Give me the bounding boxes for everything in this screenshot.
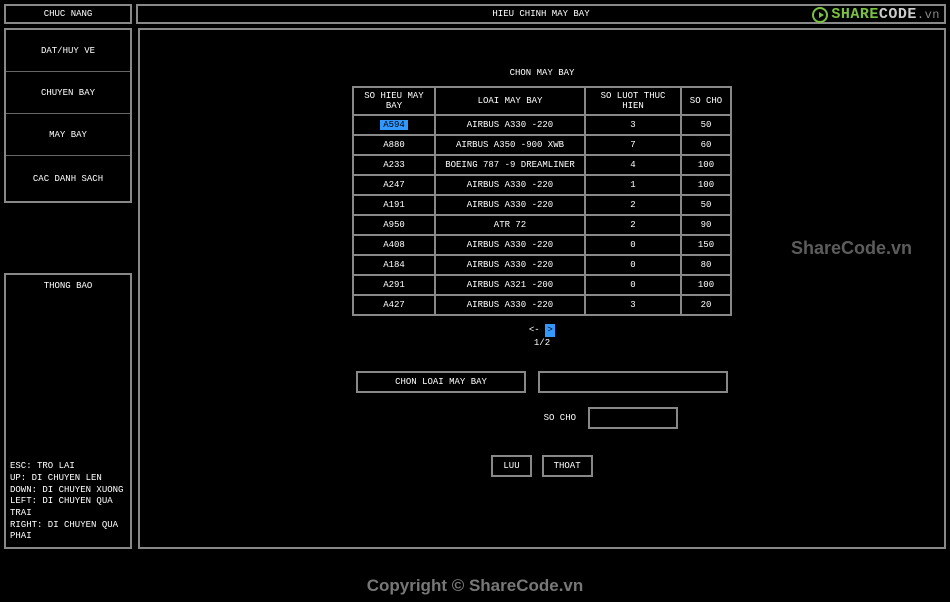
help-text: ESC: TRO LAIUP: DI CHUYEN LENDOWN: DI CH… <box>6 459 130 547</box>
cell-id: A191 <box>353 195 435 215</box>
cell-id: A184 <box>353 255 435 275</box>
table-row[interactable]: A247AIRBUS A330 -2201100 <box>353 175 731 195</box>
cell-id: A233 <box>353 155 435 175</box>
cell-type: AIRBUS A330 -220 <box>435 115 585 135</box>
cell-count: 7 <box>585 135 681 155</box>
cell-count: 2 <box>585 215 681 235</box>
socho-label: SO CHO <box>536 413 576 423</box>
cell-seat: 60 <box>681 135 731 155</box>
type-input[interactable] <box>538 371 728 393</box>
cell-count: 0 <box>585 255 681 275</box>
help-line: DOWN: DI CHUYEN XUONG <box>10 485 126 497</box>
cell-type: AIRBUS A350 -900 XWB <box>435 135 585 155</box>
cell-type: AIRBUS A330 -220 <box>435 255 585 275</box>
cell-seat: 80 <box>681 255 731 275</box>
cell-seat: 100 <box>681 275 731 295</box>
cell-id: A427 <box>353 295 435 315</box>
cell-seat: 150 <box>681 235 731 255</box>
recycle-icon <box>812 7 828 23</box>
brand-logo: SHARECODE.vn <box>812 6 940 23</box>
exit-button[interactable]: THOAT <box>542 455 593 477</box>
help-line: ESC: TRO LAI <box>10 461 126 473</box>
thongbao-title: THONG BAO <box>6 275 130 297</box>
help-line: LEFT: DI CHUYEN QUA TRAI <box>10 496 126 519</box>
cell-count: 0 <box>585 235 681 255</box>
cell-seat: 50 <box>681 115 731 135</box>
cell-count: 3 <box>585 295 681 315</box>
cell-type: AIRBUS A330 -220 <box>435 295 585 315</box>
thongbao-panel: THONG BAO ESC: TRO LAIUP: DI CHUYEN LEND… <box>4 273 132 549</box>
pager-page: 1/2 <box>534 338 550 348</box>
table-row[interactable]: A950ATR 72290 <box>353 215 731 235</box>
cell-id: A594 <box>353 115 435 135</box>
content-panel: CHON MAY BAY SO HIEU MAY BAY LOAI MAY BA… <box>138 28 946 549</box>
cell-count: 1 <box>585 175 681 195</box>
content-title: CHON MAY BAY <box>140 68 944 78</box>
pager-arrow-right[interactable]: > <box>545 324 555 337</box>
help-line: RIGHT: DI CHUYEN QUA PHAI <box>10 520 126 543</box>
menu-item-chuyenbay[interactable]: CHUYEN BAY <box>6 72 130 114</box>
cell-type: AIRBUS A330 -220 <box>435 235 585 255</box>
cell-count: 0 <box>585 275 681 295</box>
aircraft-table: SO HIEU MAY BAY LOAI MAY BAY SO LUOT THU… <box>352 86 732 316</box>
cell-count: 2 <box>585 195 681 215</box>
cell-seat: 20 <box>681 295 731 315</box>
footer-copyright: Copyright © ShareCode.vn <box>0 576 950 596</box>
cell-type: BOEING 787 -9 DREAMLINER <box>435 155 585 175</box>
th-socho: SO CHO <box>681 87 731 115</box>
table-row[interactable]: A191AIRBUS A330 -220250 <box>353 195 731 215</box>
cell-seat: 90 <box>681 215 731 235</box>
choose-type-button[interactable]: CHON LOAI MAY BAY <box>356 371 526 393</box>
cell-type: AIRBUS A330 -220 <box>435 175 585 195</box>
th-loai: LOAI MAY BAY <box>435 87 585 115</box>
table-row[interactable]: A427AIRBUS A330 -220320 <box>353 295 731 315</box>
help-line: UP: DI CHUYEN LEN <box>10 473 126 485</box>
cell-seat: 100 <box>681 175 731 195</box>
table-row[interactable]: A291AIRBUS A321 -2000100 <box>353 275 731 295</box>
table-row[interactable]: A880AIRBUS A350 -900 XWB760 <box>353 135 731 155</box>
cell-id: A408 <box>353 235 435 255</box>
sidebar-menu: DAT/HUY VE CHUYEN BAY MAY BAY CAC DANH S… <box>4 28 132 203</box>
th-sohieu: SO HIEU MAY BAY <box>353 87 435 115</box>
selected-row-id: A594 <box>380 120 408 130</box>
cell-id: A291 <box>353 275 435 295</box>
cell-type: ATR 72 <box>435 215 585 235</box>
cell-id: A950 <box>353 215 435 235</box>
cell-type: AIRBUS A330 -220 <box>435 195 585 215</box>
cell-seat: 50 <box>681 195 731 215</box>
header-function-label: CHUC NANG <box>4 4 132 24</box>
pager-arrow-left[interactable]: <- <box>529 325 540 335</box>
table-row[interactable]: A233BOEING 787 -9 DREAMLINER4100 <box>353 155 731 175</box>
table-row[interactable]: A594 AIRBUS A330 -220350 <box>353 115 731 135</box>
cell-id: A880 <box>353 135 435 155</box>
menu-item-datve[interactable]: DAT/HUY VE <box>6 30 130 72</box>
table-row[interactable]: A184AIRBUS A330 -220080 <box>353 255 731 275</box>
cell-count: 3 <box>585 115 681 135</box>
socho-input[interactable] <box>588 407 678 429</box>
cell-seat: 100 <box>681 155 731 175</box>
pager: <- > 1/2 <box>140 324 944 349</box>
th-soluot: SO LUOT THUC HIEN <box>585 87 681 115</box>
menu-item-maybay[interactable]: MAY BAY <box>6 114 130 156</box>
save-button[interactable]: LUU <box>491 455 531 477</box>
cell-type: AIRBUS A321 -200 <box>435 275 585 295</box>
cell-id: A247 <box>353 175 435 195</box>
table-row[interactable]: A408AIRBUS A330 -2200150 <box>353 235 731 255</box>
cell-count: 4 <box>585 155 681 175</box>
menu-item-danhsach[interactable]: CAC DANH SACH <box>6 156 130 201</box>
